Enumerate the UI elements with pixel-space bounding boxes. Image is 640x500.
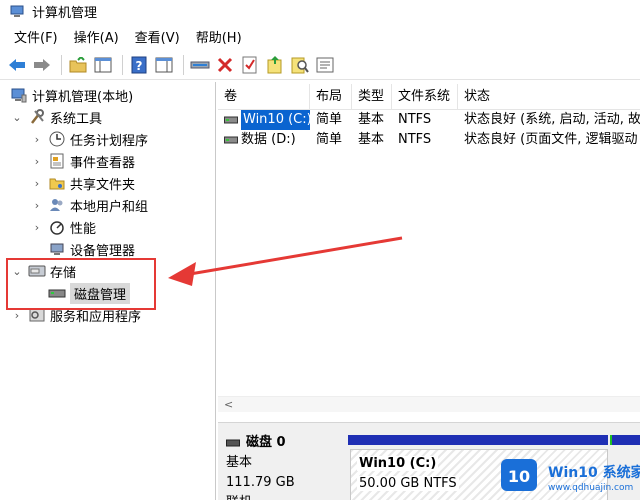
chevron-right-icon[interactable]: ›: [10, 309, 24, 322]
disk-icon: [226, 439, 240, 447]
partition-size: 50.00 GB NTFS: [357, 476, 459, 491]
toolbar-separator: [183, 54, 184, 75]
toolbar-separator: [122, 54, 123, 75]
tree-item-shared-folders[interactable]: › 共享文件夹: [30, 172, 135, 194]
delete-icon[interactable]: [214, 54, 236, 76]
table-row[interactable]: Win10 (C:) 简单 基本 NTFS 状态良好 (系统, 启动, 活动, …: [218, 110, 640, 130]
tree-item-event-viewer[interactable]: › 事件查看器: [30, 150, 135, 172]
filesystem-cell: NTFS: [398, 132, 432, 147]
volume-cell: 数据 (D:): [218, 130, 310, 150]
computer-management-window: 计算机管理 文件(F) 操作(A) 查看(V) 帮助(H) ? 计算机管理(本地…: [0, 0, 640, 500]
title-bar: 计算机管理: [0, 0, 640, 22]
chevron-right-icon[interactable]: ›: [30, 155, 44, 168]
tree-item-label: 系统工具: [50, 111, 103, 127]
back-icon[interactable]: [6, 54, 28, 76]
tree-item-root[interactable]: 计算机管理(本地): [6, 84, 133, 106]
disk-0-info[interactable]: 磁盘 0 基本 111.79 GB 联机: [226, 433, 346, 500]
disk-status: 联机: [226, 493, 346, 500]
toolbar: ?: [0, 50, 640, 80]
connect-icon[interactable]: [189, 54, 211, 76]
chevron-right-icon[interactable]: ›: [30, 133, 44, 146]
watermark-text: Win10 系统家园: [548, 465, 640, 481]
layout-cell: 简单: [316, 112, 343, 127]
menu-view[interactable]: 查看(V): [127, 27, 188, 46]
tree-item-label: 共享文件夹: [70, 177, 136, 193]
computer-management-icon: [10, 87, 28, 103]
type-cell: 基本: [358, 112, 385, 127]
properties-icon[interactable]: [314, 54, 336, 76]
status-cell: 状态良好 (系统, 启动, 活动, 故: [464, 112, 640, 127]
column-header-volume[interactable]: 卷: [218, 84, 310, 110]
volume-drive-icon: [224, 135, 238, 145]
disk-type: 基本: [226, 455, 253, 470]
clock-icon: [48, 131, 66, 147]
layout-cell: 简单: [316, 132, 343, 147]
forward-icon[interactable]: [31, 54, 53, 76]
disk-name: 磁盘 0: [246, 435, 286, 450]
users-icon: [48, 197, 66, 213]
column-header-filesystem[interactable]: 文件系统: [392, 84, 458, 110]
svg-text:?: ?: [136, 59, 143, 73]
performance-icon: [48, 219, 66, 235]
table-row[interactable]: 数据 (D:) 简单 基本 NTFS 状态良好 (页面文件, 逻辑驱动: [218, 130, 640, 150]
tree-item-performance[interactable]: › 性能: [30, 216, 96, 238]
tools-icon: [28, 109, 46, 125]
partition-bar-d: [610, 435, 640, 445]
partition-name: Win10 (C:): [357, 456, 439, 471]
annotation-highlight-box: [6, 258, 156, 310]
menu-bar: 文件(F) 操作(A) 查看(V) 帮助(H): [0, 24, 640, 48]
watermark-url: www.qdhuajin.com: [548, 483, 634, 493]
volume-name: Win10 (C:): [241, 110, 310, 130]
chevron-right-icon[interactable]: ›: [30, 199, 44, 212]
column-header-status[interactable]: 状态: [458, 84, 640, 110]
tree-item-label: 事件查看器: [70, 155, 136, 171]
action-pane-icon[interactable]: [153, 54, 175, 76]
chevron-down-icon[interactable]: ⌄: [10, 111, 24, 124]
device-manager-icon: [48, 241, 66, 257]
volume-name: 数据 (D:): [241, 132, 296, 147]
column-header-type[interactable]: 类型: [352, 84, 392, 110]
horizontal-scrollbar[interactable]: <: [218, 396, 640, 412]
search-icon[interactable]: [289, 54, 311, 76]
menu-action[interactable]: 操作(A): [66, 27, 127, 46]
event-viewer-icon: [48, 153, 66, 169]
status-cell: 状态良好 (页面文件, 逻辑驱动: [464, 132, 638, 147]
window-title: 计算机管理: [32, 5, 98, 21]
type-cell: 基本: [358, 132, 385, 147]
tree-item-label: 任务计划程序: [70, 133, 149, 149]
help-icon[interactable]: ?: [128, 54, 150, 76]
console-tree: 计算机管理(本地) ⌄ 系统工具 › 任务计划程序 › 事件查看器 › 共享文件…: [0, 82, 216, 500]
disk-size: 111.79 GB: [226, 475, 295, 490]
volume-drive-icon: [224, 115, 238, 125]
shared-folder-icon: [48, 175, 66, 191]
svg-text:10: 10: [508, 467, 530, 486]
tree-item-system-tools[interactable]: ⌄ 系统工具: [10, 106, 102, 128]
up-folder-icon[interactable]: [67, 54, 89, 76]
scroll-left-icon[interactable]: <: [224, 398, 233, 411]
menu-file[interactable]: 文件(F): [6, 27, 66, 46]
tree-item-local-users[interactable]: › 本地用户和组: [30, 194, 148, 216]
tree-item-device-manager[interactable]: 设备管理器: [44, 238, 135, 260]
check-icon[interactable]: [239, 54, 261, 76]
volume-cell: Win10 (C:): [218, 110, 310, 130]
chevron-right-icon[interactable]: ›: [30, 221, 44, 234]
chevron-right-icon[interactable]: ›: [30, 177, 44, 190]
folder-add-icon[interactable]: [264, 54, 286, 76]
tree-item-label: 计算机管理(本地): [32, 89, 134, 105]
menu-help[interactable]: 帮助(H): [188, 27, 250, 46]
computer-management-icon: [10, 4, 24, 18]
tree-item-label: 本地用户和组: [70, 199, 149, 215]
column-header-layout[interactable]: 布局: [310, 84, 352, 110]
show-hide-tree-icon[interactable]: [92, 54, 114, 76]
filesystem-cell: NTFS: [398, 112, 432, 127]
volume-list-header: 卷 布局 类型 文件系统 状态: [218, 84, 640, 110]
tree-item-label: 设备管理器: [70, 243, 136, 259]
toolbar-separator: [61, 54, 62, 75]
tree-item-task-scheduler[interactable]: › 任务计划程序: [30, 128, 148, 150]
volume-list: 卷 布局 类型 文件系统 状态 Win10 (C:) 简单 基本 NTFS 状态…: [218, 82, 640, 420]
partition-bar-c: [348, 435, 608, 445]
tree-item-label: 性能: [70, 221, 97, 237]
